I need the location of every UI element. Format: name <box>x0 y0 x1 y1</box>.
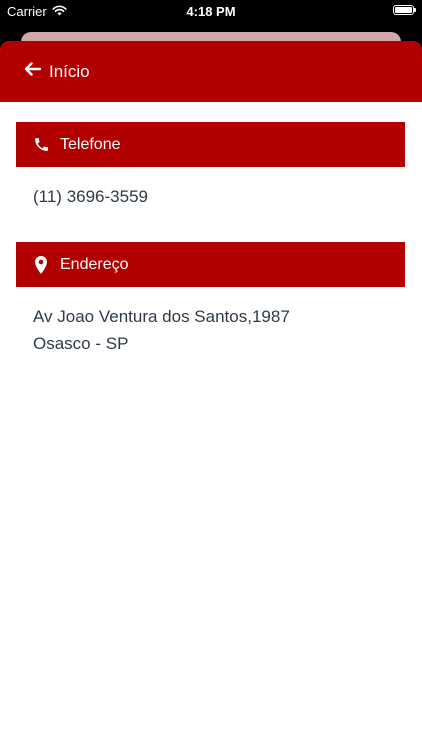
modal-sheet: Início Telefone (11) 3696-3559 Endereço … <box>0 41 422 750</box>
address-line-2: Osasco - SP <box>33 334 129 353</box>
address-line-1: Av Joao Ventura dos Santos,1987 <box>33 307 290 326</box>
navigation-bar: Início <box>0 41 422 102</box>
phone-section-header: Telefone <box>16 122 405 167</box>
status-bar: Carrier 4:18 PM <box>0 0 422 24</box>
phone-section-title: Telefone <box>60 135 121 153</box>
battery-icon <box>393 5 416 15</box>
address-section-header: Endereço <box>16 242 405 287</box>
status-time: 4:18 PM <box>186 4 236 19</box>
back-label: Início <box>49 61 90 81</box>
arrow-left-icon <box>24 62 42 81</box>
map-pin-icon <box>29 255 53 274</box>
back-button[interactable]: Início <box>24 62 90 82</box>
phone-number[interactable]: (11) 3696-3559 <box>33 184 148 210</box>
address-section-title: Endereço <box>60 255 129 273</box>
phone-icon <box>29 136 53 153</box>
status-right <box>393 5 416 15</box>
